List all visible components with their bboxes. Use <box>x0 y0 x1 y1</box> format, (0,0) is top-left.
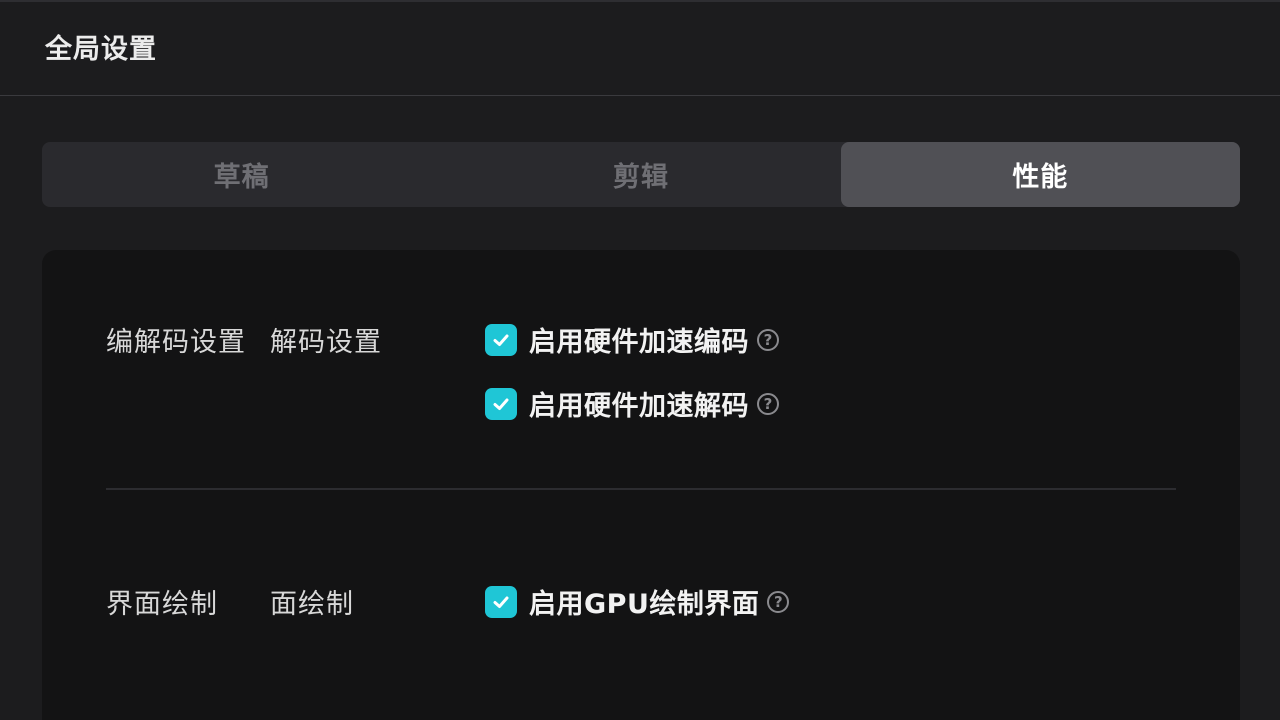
hw-encode-label: 启用硬件加速编码 <box>529 327 749 358</box>
gpu-render-option[interactable]: 启用GPU绘制界面 ? <box>485 582 790 621</box>
codec-section-label: 编解码设置 <box>106 327 246 358</box>
settings-window: 全局设置 草稿 剪辑 性能 编解码设置 解码设置 启用硬件加速编码 ? 启用硬件… <box>0 0 1280 720</box>
help-icon[interactable]: ? <box>757 328 779 351</box>
tab-drafts[interactable]: 草稿 <box>42 142 441 207</box>
help-icon[interactable]: ? <box>767 590 790 613</box>
tab-performance[interactable]: 性能 <box>840 142 1240 207</box>
hw-decode-label: 启用硬件加速解码 <box>529 391 749 422</box>
hw-decode-option[interactable]: 启用硬件加速解码 ? <box>485 384 779 423</box>
check-icon <box>493 334 509 346</box>
hw-encode-option[interactable]: 启用硬件加速编码 ? <box>485 320 779 359</box>
help-icon[interactable]: ? <box>757 392 779 415</box>
codec-section-sublabel: 解码设置 <box>270 327 382 358</box>
gpu-render-label: 启用GPU绘制界面 <box>529 589 760 620</box>
tab-editing[interactable]: 剪辑 <box>441 142 840 207</box>
page-title: 全局设置 <box>45 34 157 65</box>
hw-decode-checkbox[interactable] <box>485 387 517 420</box>
check-icon <box>493 398 509 410</box>
check-icon <box>493 596 509 608</box>
header: 全局设置 <box>0 2 1280 96</box>
section-divider <box>106 488 1176 490</box>
render-section-label: 界面绘制 <box>106 589 218 620</box>
tab-bar: 草稿 剪辑 性能 <box>42 142 1240 207</box>
hw-encode-checkbox[interactable] <box>485 323 517 356</box>
gpu-render-checkbox[interactable] <box>485 585 517 618</box>
settings-panel: 编解码设置 解码设置 启用硬件加速编码 ? 启用硬件加速解码 ? 界面绘制 面绘… <box>42 250 1240 720</box>
render-section-sublabel: 面绘制 <box>270 589 354 620</box>
